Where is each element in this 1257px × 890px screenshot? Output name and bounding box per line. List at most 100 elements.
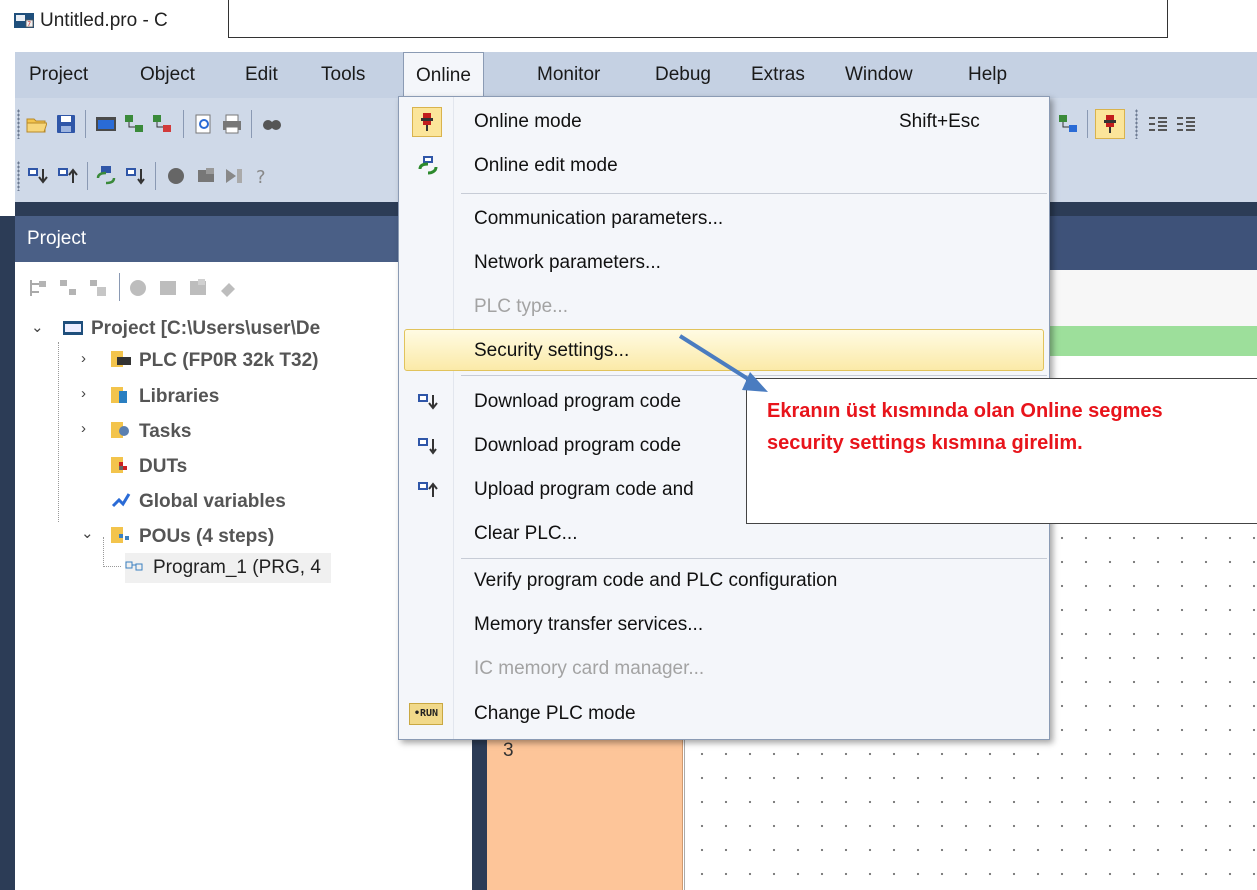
online-mode-plug-icon <box>1104 115 1116 133</box>
menu-item-label: Download program code <box>474 391 682 412</box>
menu-object[interactable]: Object <box>140 52 195 98</box>
outdent-icon[interactable] <box>1175 113 1197 135</box>
tree-item-libraries[interactable]: Libraries <box>111 382 219 412</box>
tree-item-label: Libraries <box>139 386 220 407</box>
annotation-line-1: Ekranın üst kısmında olan Online segmes <box>767 400 1163 422</box>
save-icon[interactable] <box>55 113 77 135</box>
find-icon[interactable] <box>261 113 283 135</box>
online-mode-toggle[interactable] <box>1095 109 1125 139</box>
download-icon <box>418 394 438 410</box>
editor-status-bar <box>1047 326 1257 356</box>
menu-item-memory-transfer[interactable]: Memory transfer services... <box>399 604 1049 646</box>
menu-extras[interactable]: Extras <box>751 52 805 98</box>
indent-icon[interactable] <box>1147 113 1169 135</box>
library-check-icon[interactable] <box>127 277 149 299</box>
menu-bar: Project Object Edit Tools Online Monitor… <box>15 52 1257 98</box>
run-indicator-icon[interactable] <box>165 165 187 187</box>
menu-item-label: Download program code <box>474 435 682 456</box>
menu-item-label: IC memory card manager... <box>474 658 705 679</box>
tree-line <box>103 566 121 567</box>
menu-item-label: Security settings... <box>474 340 630 361</box>
stop-icon[interactable] <box>195 165 217 187</box>
menu-help[interactable]: Help <box>968 52 1007 98</box>
tree-item-label: Project [C:\Users\user\De <box>91 318 321 339</box>
toolbar-separator <box>183 110 184 138</box>
menu-project[interactable]: Project <box>29 52 88 98</box>
download-icon[interactable] <box>27 165 49 187</box>
step-icon[interactable] <box>223 165 245 187</box>
menu-item-online-edit-mode[interactable]: Online edit mode <box>399 145 1049 187</box>
menu-online[interactable]: Online <box>403 52 484 98</box>
chevron-down-icon[interactable]: ⌄ <box>81 524 94 542</box>
menu-item-label: Memory transfer services... <box>474 614 704 635</box>
tree-add-icon[interactable] <box>57 277 79 299</box>
window-frame-left <box>0 216 15 890</box>
upload-icon[interactable] <box>57 165 79 187</box>
svg-text:?: ? <box>256 167 266 187</box>
online-edit-icon[interactable] <box>95 165 117 187</box>
tree-line <box>58 342 59 522</box>
chevron-right-icon[interactable]: › <box>81 420 86 437</box>
menu-monitor[interactable]: Monitor <box>537 52 600 98</box>
print-preview-icon[interactable] <box>193 113 215 135</box>
menu-item-ic-memory-card[interactable]: IC memory card manager... <box>399 648 1049 690</box>
annotation-callout: Ekranın üst kısmında olan Online segmes … <box>746 378 1257 524</box>
open-folder-icon[interactable] <box>25 113 47 135</box>
menu-item-shortcut: Shift+Esc <box>899 111 980 132</box>
libraries-folder-icon <box>111 386 127 403</box>
library-open-icon[interactable] <box>187 277 209 299</box>
tree-item-label: PLC (FP0R 32k T32) <box>139 350 319 371</box>
menu-edit[interactable]: Edit <box>245 52 278 98</box>
pous-folder-icon <box>111 526 129 543</box>
download-changes-icon[interactable] <box>125 165 147 187</box>
annotation-text: Ekranın üst kısmında olan Online segmes … <box>767 395 1257 459</box>
upload-icon <box>418 482 438 497</box>
menu-item-plc-type[interactable]: PLC type... <box>399 286 1049 328</box>
toolbar-grip[interactable] <box>17 109 20 139</box>
menu-item-communication-parameters[interactable]: Communication parameters... <box>399 198 1049 240</box>
menu-item-change-plc-mode[interactable]: •RUN Change PLC mode <box>399 693 1049 735</box>
tree-item-pous[interactable]: POUs (4 steps) <box>111 522 274 552</box>
tree-item-duts[interactable]: DUTs <box>111 452 187 482</box>
project-window-icon[interactable] <box>95 113 117 135</box>
chevron-down-icon[interactable]: ⌄ <box>31 318 44 336</box>
tree-move-icon[interactable] <box>87 277 109 299</box>
menu-item-label: Clear PLC... <box>474 523 578 544</box>
top-callout-box <box>228 0 1168 38</box>
menu-item-online-mode[interactable]: Online mode Shift+Esc <box>399 101 1049 143</box>
menu-item-label: Upload program code and <box>474 479 694 500</box>
monitor-icon[interactable] <box>1057 113 1079 135</box>
menu-item-label: PLC type... <box>474 296 568 317</box>
tree-item-label: Tasks <box>139 421 192 442</box>
chevron-right-icon[interactable]: › <box>81 350 86 367</box>
menu-item-verify-program[interactable]: Verify program code and PLC configuratio… <box>399 560 1049 602</box>
menu-separator <box>461 193 1047 194</box>
print-icon[interactable] <box>221 113 243 135</box>
project-panel-title: Project <box>27 228 87 249</box>
book-icon[interactable] <box>157 277 179 299</box>
tree-item-program-1[interactable]: Program_1 (PRG, 4 <box>125 553 331 583</box>
help-icon[interactable]: ? <box>251 165 273 187</box>
tree-item-tasks[interactable]: Tasks <box>111 417 191 447</box>
duts-folder-icon <box>111 456 127 473</box>
tree-item-plc[interactable]: PLC (FP0R 32k T32) <box>111 346 319 376</box>
tree-item-label: DUTs <box>139 456 188 477</box>
chevron-right-icon[interactable]: › <box>81 385 86 402</box>
menu-tools[interactable]: Tools <box>321 52 365 98</box>
tree-item-global-variables[interactable]: Global variables <box>111 487 286 517</box>
tree-expand-icon[interactable] <box>27 277 49 299</box>
tree-item-project[interactable]: Project [C:\Users\user\De <box>63 314 320 344</box>
toolbar-grip[interactable] <box>1135 109 1138 139</box>
menu-debug[interactable]: Debug <box>655 52 711 98</box>
program-pou-icon <box>125 561 143 571</box>
annotation-arrow <box>678 334 768 392</box>
eraser-icon[interactable] <box>217 277 239 299</box>
menu-window[interactable]: Window <box>845 52 913 98</box>
project-icon <box>63 320 83 335</box>
compare-icon[interactable] <box>151 113 173 135</box>
run-mode-icon: •RUN <box>409 703 443 725</box>
menu-item-network-parameters[interactable]: Network parameters... <box>399 242 1049 284</box>
toolbar-separator <box>155 162 156 190</box>
network-config-icon[interactable] <box>123 113 145 135</box>
toolbar-grip[interactable] <box>17 161 20 191</box>
